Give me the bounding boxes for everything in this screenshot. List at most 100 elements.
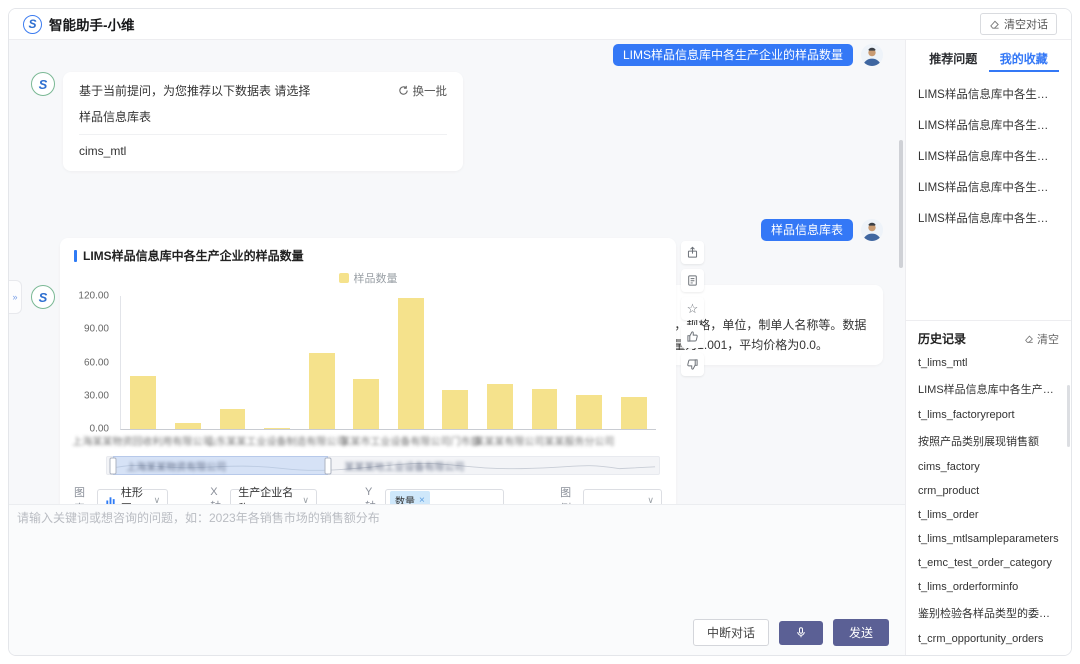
x-tick-label-blurred: 山东某某工业设备制造有限公司 <box>206 433 346 448</box>
star-icon: ☆ <box>687 301 699 317</box>
voice-input-button[interactable] <box>779 621 823 645</box>
list-item[interactable]: 按照产品类别展现销售额 <box>918 427 1059 455</box>
list-item[interactable]: 样品信息库表 <box>79 99 447 134</box>
table-recommend-card: 基于当前提问，为您推荐以下数据表 请选择 换一批 样品信息库表cims_mtl <box>63 72 463 171</box>
list-item[interactable]: cims_mtl <box>79 134 447 167</box>
list-item[interactable]: crm_product <box>918 479 1059 503</box>
spacer <box>918 233 1059 320</box>
sidebar-scrollbar[interactable] <box>1067 385 1070 447</box>
bar <box>567 296 612 429</box>
app-logo-icon: S <box>23 15 42 34</box>
list-item[interactable]: LIMS样品信息库中各生产企业的样品数量 <box>918 78 1059 109</box>
list-item[interactable]: t_lims_factoryreport <box>918 403 1059 427</box>
chat-area: LIMS样品信息库中各生产企业的样品数量 S 基于当前提问，为您推荐以下数据表 … <box>9 40 905 655</box>
send-button[interactable]: 发送 <box>833 619 889 646</box>
x-tick-label-blurred: 上海某某物资回收利用有限公司 <box>72 433 212 448</box>
app-title: 智能助手-小维 <box>49 14 135 34</box>
y-axis: 120.0090.0060.0030.000.00 <box>75 296 115 429</box>
thumbs-down-icon <box>686 358 699 371</box>
y-tick-label: 120.00 <box>78 291 109 302</box>
interrupt-button[interactable]: 中断对话 <box>693 619 769 646</box>
report-button[interactable] <box>681 269 704 292</box>
bar <box>121 296 166 429</box>
bar <box>388 296 433 429</box>
list-item[interactable]: t_crm_opportunity_orders <box>918 627 1059 651</box>
bar <box>611 296 656 429</box>
assistant-message-row: S 基于当前提问，为您推荐以下数据表 请选择 换一批 样品信息库表cims_mt… <box>9 72 905 171</box>
list-item[interactable]: t_lims_mtl <box>918 351 1059 375</box>
legend-marker <box>339 273 349 283</box>
list-item[interactable]: LIMS样品信息库中各生产企业的样品数量 <box>918 375 1059 403</box>
list-item[interactable]: LIMS样品信息库中各生产企业的样品数量 <box>918 140 1059 171</box>
export-button[interactable] <box>681 241 704 264</box>
history-list: t_lims_mtlLIMS样品信息库中各生产企业的样品数量t_lims_fac… <box>918 351 1059 651</box>
favorite-button[interactable]: ☆ <box>681 297 704 320</box>
x-tick-label-blurred: 某某市工业设备有限公司门市部 <box>340 433 480 448</box>
divider <box>906 320 1071 321</box>
bars <box>121 296 656 429</box>
header: S 智能助手-小维 清空对话 <box>9 9 1071 40</box>
history-title: 历史记录 <box>918 330 966 347</box>
bar <box>433 296 478 429</box>
refresh-batch-button[interactable]: 换一批 <box>398 83 448 99</box>
refresh-icon <box>398 85 409 96</box>
datazoom-left-label: 上海某某物资有限公司 <box>126 458 226 473</box>
y-tick-label: 60.00 <box>84 357 109 368</box>
clear-chat-button[interactable]: 清空对话 <box>980 13 1057 35</box>
user-avatar <box>861 44 883 66</box>
input-area: 中断对话 发送 <box>9 504 905 655</box>
history-clear-label: 清空 <box>1037 331 1059 347</box>
bar <box>522 296 567 429</box>
datazoom-slider[interactable]: 上海某某物资有限公司 某某某地工业设备有限公司 <box>106 456 660 475</box>
assistant-avatar: S <box>31 72 55 96</box>
title-accent-bar <box>74 250 77 262</box>
chart-card: LIMS样品信息库中各生产企业的样品数量 样品数量 120.0090.0060.… <box>60 238 676 522</box>
user-message-bubble: 样品信息库表 <box>761 219 853 241</box>
recommend-prompt: 基于当前提问，为您推荐以下数据表 请选择 <box>79 82 310 99</box>
chart-legend[interactable]: 样品数量 <box>74 270 662 286</box>
favorites-list: LIMS样品信息库中各生产企业的样品数量LIMS样品信息库中各生产企业的样品数量… <box>918 78 1059 233</box>
list-item[interactable]: LIMS样品信息库中各生产企业的样品数量 <box>918 202 1059 233</box>
bar <box>344 296 389 429</box>
thumbs-up-button[interactable] <box>681 325 704 348</box>
list-item[interactable]: cims_factory <box>918 455 1059 479</box>
tab-recommended-questions[interactable]: 推荐问题 <box>918 48 989 72</box>
x-tick-label-blurred: 某某某有限公司某某服务分公司 <box>474 433 614 448</box>
bar <box>478 296 523 429</box>
prompt-input[interactable] <box>17 509 897 615</box>
sidebar-collapse-handle[interactable]: » <box>9 280 22 314</box>
list-item[interactable]: t_lims_order <box>918 503 1059 527</box>
list-item[interactable]: t_lims_mtlsampleparameters <box>918 527 1059 551</box>
bar <box>255 296 300 429</box>
right-sidebar: 推荐问题 我的收藏 LIMS样品信息库中各生产企业的样品数量LIMS样品信息库中… <box>905 40 1071 655</box>
chart-action-toolbar: ☆ <box>681 241 704 376</box>
bar <box>166 296 211 429</box>
list-item[interactable]: t_lims_orderforminfo <box>918 575 1059 599</box>
assistant-avatar: S <box>31 285 55 309</box>
datazoom-right-label: 某某某地工业设备有限公司 <box>344 458 464 473</box>
report-icon <box>686 274 699 287</box>
history-clear-button[interactable]: 清空 <box>1024 331 1059 347</box>
datazoom-left-handle[interactable] <box>109 457 116 474</box>
datazoom-right-handle[interactable] <box>324 457 331 474</box>
user-message-row: LIMS样品信息库中各生产企业的样品数量 <box>9 44 905 66</box>
chat-scrollbar[interactable] <box>899 140 903 268</box>
app-window: S 智能助手-小维 清空对话 LIMS样品信息库中各生产企业的样品数量 S 基于… <box>8 8 1072 656</box>
list-item[interactable]: t_emc_test_order_category <box>918 551 1059 575</box>
user-avatar <box>861 219 883 241</box>
list-item[interactable]: LIMS样品信息库中各生产企业的样品数量 <box>918 171 1059 202</box>
y-tick-label: 90.00 <box>84 324 109 335</box>
thumbs-up-icon <box>686 330 699 343</box>
sidebar-tabs: 推荐问题 我的收藏 <box>918 48 1059 72</box>
bar <box>299 296 344 429</box>
y-tick-label: 30.00 <box>84 390 109 401</box>
tab-my-favorites[interactable]: 我的收藏 <box>989 48 1060 72</box>
plot-area: 120.0090.0060.0030.000.00 <box>120 296 656 430</box>
clear-chat-label: 清空对话 <box>1004 16 1048 32</box>
x-axis-labels: 上海某某物资回收利用有限公司山东某某工业设备制造有限公司某某市工业设备有限公司门… <box>120 433 656 448</box>
thumbs-down-button[interactable] <box>681 353 704 376</box>
eraser-icon <box>989 19 1000 30</box>
list-item[interactable]: 鉴别检验各样品类型的委托数量 <box>918 599 1059 627</box>
list-item[interactable]: LIMS样品信息库中各生产企业的样品数量 <box>918 109 1059 140</box>
refresh-label: 换一批 <box>413 83 448 99</box>
